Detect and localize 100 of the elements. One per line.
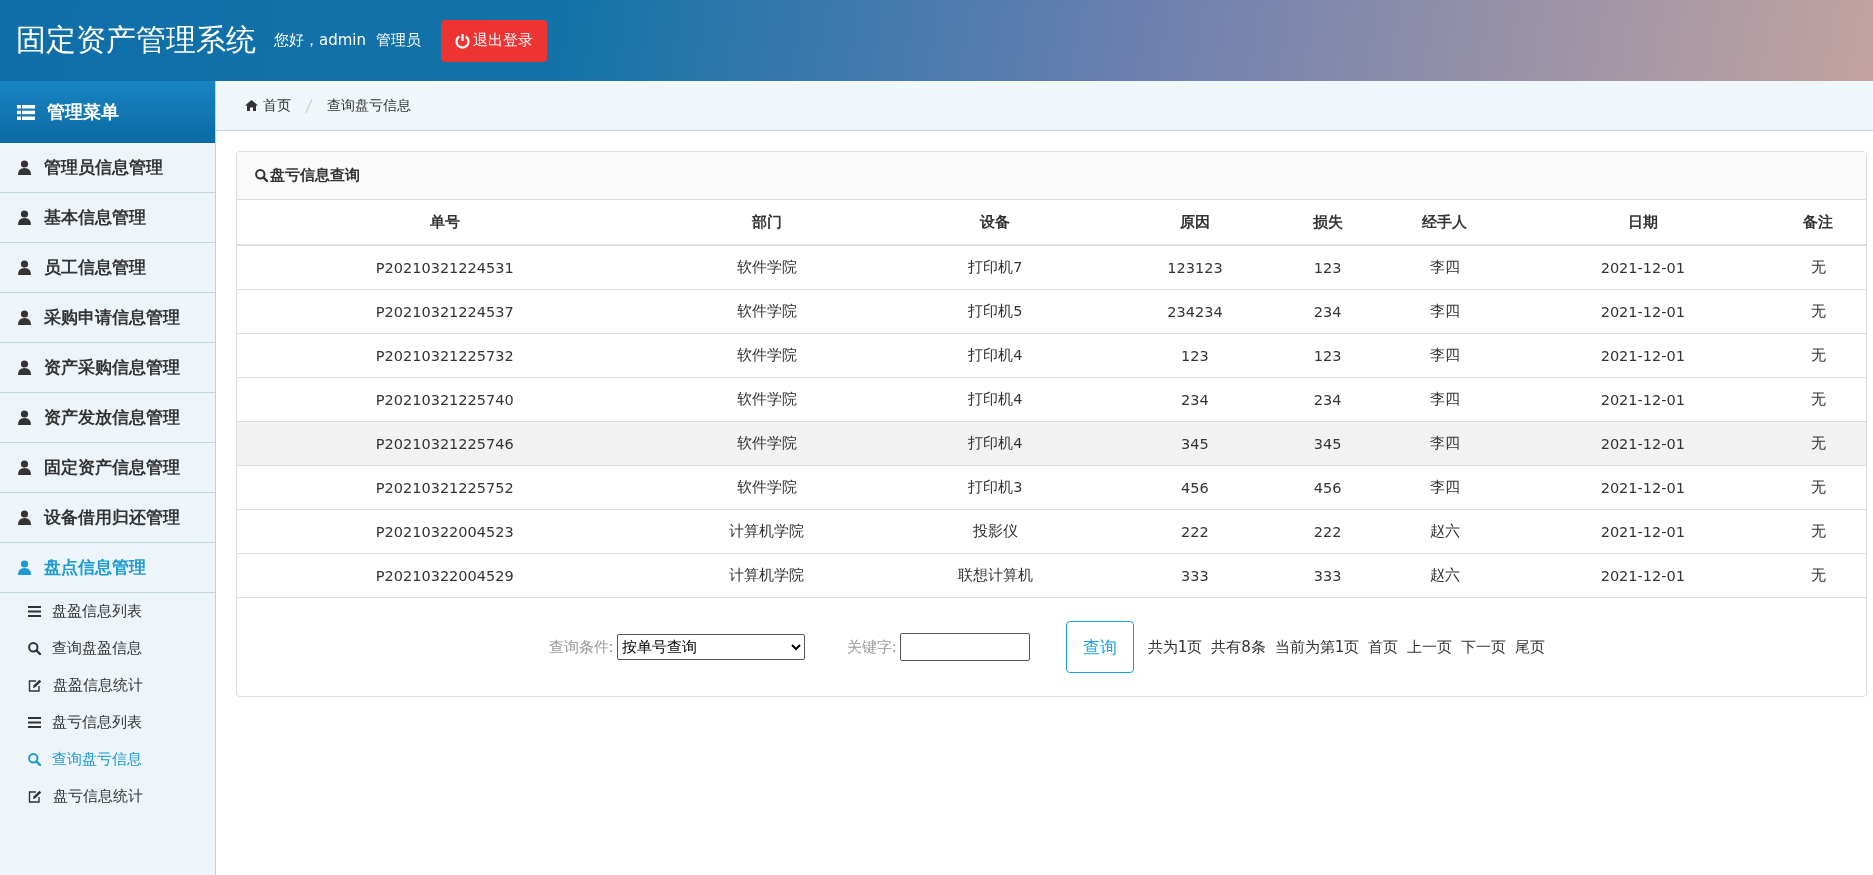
menu-item[interactable]: 采购申请信息管理 bbox=[0, 293, 215, 343]
table-cell: P20210321225746 bbox=[237, 421, 653, 466]
table-cell: 2021-12-01 bbox=[1514, 289, 1771, 334]
pagination-info: 当前为第1页 bbox=[1274, 637, 1360, 657]
table-cell: 打印机4 bbox=[881, 421, 1110, 466]
table-cell: 打印机7 bbox=[881, 245, 1110, 290]
search-icon bbox=[28, 642, 41, 655]
menu-item[interactable]: 基本信息管理 bbox=[0, 193, 215, 243]
breadcrumb-separator bbox=[305, 98, 313, 113]
app-title: 固定资产管理系统 bbox=[16, 21, 256, 59]
table-cell: 软件学院 bbox=[652, 465, 882, 510]
table-cell: 李四 bbox=[1375, 421, 1515, 466]
pagination-link[interactable]: 首页 bbox=[1368, 637, 1399, 657]
user-icon bbox=[18, 260, 31, 275]
table-cell: 333 bbox=[1109, 553, 1281, 598]
table-cell: P20210321225732 bbox=[237, 333, 653, 378]
table-cell: 无 bbox=[1770, 465, 1866, 510]
table-cell: 2021-12-01 bbox=[1514, 421, 1771, 466]
list-icon bbox=[28, 717, 41, 728]
submenu-item[interactable]: 盘亏信息统计 bbox=[0, 778, 215, 815]
table-cell: 345 bbox=[1280, 421, 1376, 466]
table-cell: 打印机3 bbox=[881, 465, 1110, 510]
table-cell: 李四 bbox=[1375, 333, 1515, 378]
panel-title: 盘亏信息查询 bbox=[270, 166, 360, 185]
table-cell: 李四 bbox=[1375, 245, 1515, 290]
user-icon bbox=[18, 460, 31, 475]
table-cell: 无 bbox=[1770, 245, 1866, 290]
table-cell: 333 bbox=[1280, 553, 1376, 598]
submenu-item[interactable]: 盘盈信息列表 bbox=[0, 593, 215, 630]
menu-item[interactable]: 资产采购信息管理 bbox=[0, 343, 215, 393]
edit-icon bbox=[28, 679, 42, 692]
table-cell: 软件学院 bbox=[652, 377, 882, 422]
table-cell: 联想计算机 bbox=[881, 553, 1110, 598]
user-icon bbox=[18, 210, 31, 225]
table-cell: 123 bbox=[1280, 245, 1376, 290]
user-icon bbox=[18, 410, 31, 425]
table-cell: 无 bbox=[1770, 333, 1866, 378]
pagination-link[interactable]: 尾页 bbox=[1515, 637, 1546, 657]
search-icon bbox=[28, 753, 41, 766]
breadcrumb-current: 查询盘亏信息 bbox=[327, 96, 411, 115]
table-cell: P20210322004523 bbox=[237, 509, 653, 554]
user-icon bbox=[18, 160, 31, 175]
user-icon bbox=[18, 310, 31, 325]
table-cell: 234 bbox=[1109, 377, 1281, 422]
menu-item[interactable]: 管理员信息管理 bbox=[0, 143, 215, 193]
table-cell: 2021-12-01 bbox=[1514, 333, 1771, 378]
table-cell: 赵六 bbox=[1375, 509, 1515, 554]
table-cell: 123 bbox=[1280, 333, 1376, 378]
table-cell: P20210321224531 bbox=[237, 245, 653, 290]
logout-button[interactable]: 退出登录 bbox=[440, 19, 547, 62]
table-cell: 打印机5 bbox=[881, 289, 1110, 334]
table-cell: 软件学院 bbox=[652, 421, 882, 466]
menu-item[interactable]: 设备借用归还管理 bbox=[0, 493, 215, 543]
table-cell: 456 bbox=[1109, 465, 1281, 510]
list-icon bbox=[28, 606, 41, 617]
table-cell: 234 bbox=[1280, 377, 1376, 422]
keyword-field[interactable] bbox=[899, 633, 1030, 661]
table-cell: 123 bbox=[1109, 333, 1281, 378]
table-cell: 2021-12-01 bbox=[1514, 377, 1771, 422]
breadcrumb-link[interactable]: 首页 bbox=[245, 96, 291, 115]
submenu-item[interactable]: 盘亏信息列表 bbox=[0, 704, 215, 741]
table-cell: P20210322004529 bbox=[237, 553, 653, 598]
table-cell: 无 bbox=[1770, 509, 1866, 554]
pagination-link[interactable]: 上一页 bbox=[1407, 637, 1453, 657]
table-cell: 123123 bbox=[1109, 245, 1281, 290]
pagination-info: 共为1页 bbox=[1147, 637, 1203, 657]
table-cell: P20210321225752 bbox=[237, 465, 653, 510]
table-cell: 软件学院 bbox=[652, 289, 882, 334]
condition-label: 查询条件: bbox=[548, 637, 614, 657]
table-cell: 456 bbox=[1280, 465, 1376, 510]
table-cell: 2021-12-01 bbox=[1514, 465, 1771, 510]
table-cell: 222 bbox=[1280, 509, 1376, 554]
search-icon bbox=[255, 169, 268, 182]
keyword-label: 关键字: bbox=[846, 637, 897, 657]
table-cell: 投影仪 bbox=[881, 509, 1110, 554]
table-cell: P20210321225740 bbox=[237, 377, 653, 422]
condition-dropdown[interactable]: 按单号查询 bbox=[616, 634, 805, 660]
user-icon bbox=[18, 560, 31, 575]
user-icon bbox=[18, 360, 31, 375]
submenu-item[interactable]: 查询盘盈信息 bbox=[0, 630, 215, 667]
table-cell: 234 bbox=[1280, 289, 1376, 334]
home-icon bbox=[245, 100, 258, 111]
table-cell: 2021-12-01 bbox=[1514, 553, 1771, 598]
submenu-item[interactable]: 盘盈信息统计 bbox=[0, 667, 215, 704]
table-cell: 无 bbox=[1770, 377, 1866, 422]
pagination-link[interactable]: 下一页 bbox=[1461, 637, 1507, 657]
table-cell: 计算机学院 bbox=[652, 509, 882, 554]
menu-item[interactable]: 固定资产信息管理 bbox=[0, 443, 215, 493]
edit-icon bbox=[28, 790, 42, 803]
menu-item[interactable]: 员工信息管理 bbox=[0, 243, 215, 293]
table-cell: 软件学院 bbox=[652, 245, 882, 290]
table-cell: 李四 bbox=[1375, 289, 1515, 334]
menu-item[interactable]: 资产发放信息管理 bbox=[0, 393, 215, 443]
user-greeting: 您好，admin 管理员 bbox=[274, 31, 421, 50]
table-cell: 打印机4 bbox=[881, 333, 1110, 378]
user-icon bbox=[18, 510, 31, 525]
table-cell: 2021-12-01 bbox=[1514, 509, 1771, 554]
list-icon bbox=[17, 104, 35, 120]
power-icon bbox=[454, 32, 470, 49]
table-cell: 无 bbox=[1770, 421, 1866, 466]
